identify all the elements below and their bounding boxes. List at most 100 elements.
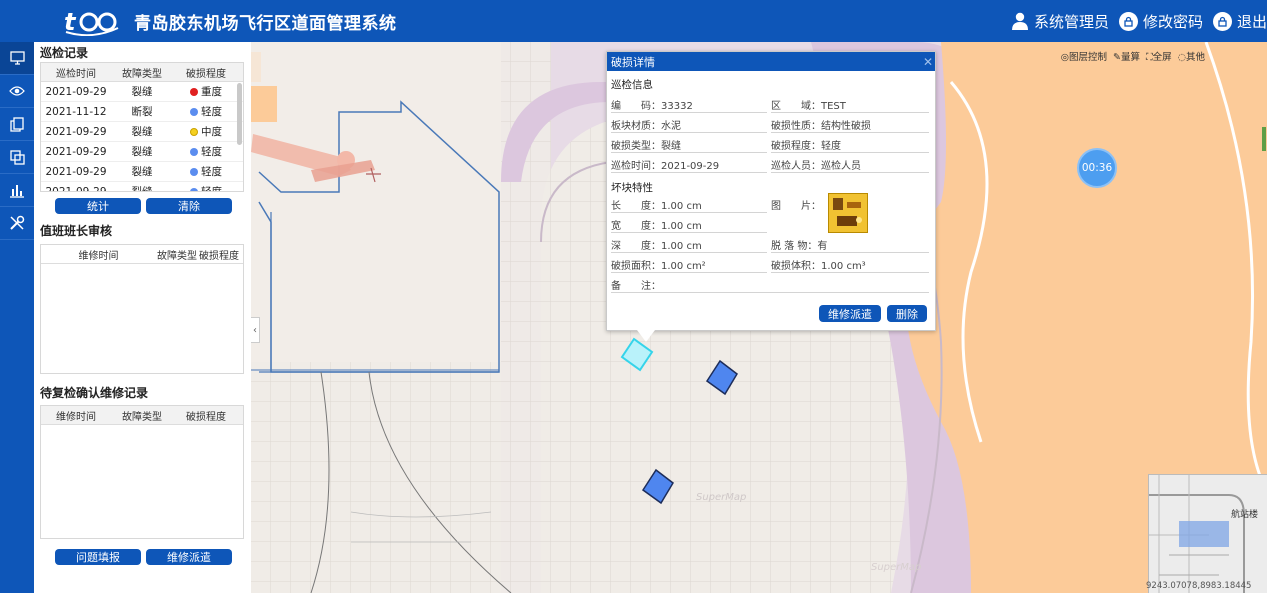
left-nav (0, 42, 34, 593)
user-menu[interactable]: 系统管理员 (1011, 11, 1109, 32)
logout-button[interactable]: 退出 (1212, 11, 1267, 32)
cell-level: 轻度 (201, 146, 222, 158)
field-damage-type: 破损类型：裂缝 (611, 136, 767, 153)
collapse-panel-button[interactable]: ‹ (251, 317, 260, 343)
cell-time: 2021-09-29 (45, 185, 107, 192)
pending-title: 待复检确认维修记录 (40, 386, 149, 400)
column-header: 维修时间 (56, 411, 96, 423)
column-header: 故障类型 (122, 411, 162, 423)
left-panel: 巡检记录 巡检时间 故障类型 破损程度 2021-09-29 裂缝 重度 202… (34, 42, 251, 593)
field-material: 板块材质：水泥 (611, 116, 767, 133)
popup-dispatch-button[interactable]: 维修派遣 (819, 305, 881, 322)
close-icon[interactable]: ✕ (921, 55, 935, 69)
inspection-title: 巡检记录 (40, 46, 89, 60)
stats-button[interactable]: 统计 (55, 198, 141, 214)
field-depth-text: 深 度：1.00 cm (611, 240, 702, 252)
fullscreen-button[interactable]: ⛶全屏 (1146, 49, 1172, 63)
field-debris-text: 脱 落 物：有 (771, 240, 828, 252)
field-width: 宽 度：1.00 cm (611, 216, 767, 233)
eye-icon (9, 86, 25, 96)
app-header: t 青岛胶东机场飞行区道面管理系统 系统管理员 修改密码 退出 (0, 0, 1267, 42)
table-row[interactable]: 2021-09-29 裂缝 中度 (41, 122, 243, 142)
map-view[interactable]: SuperMap SuperMap ◎图层控制 ✎量算 ⛶全屏 ◌其他 00:3… (251, 42, 1267, 593)
table-row[interactable]: 2021-09-29 裂缝 轻度 (41, 182, 243, 192)
monitor-icon (9, 51, 25, 65)
layers-icon (9, 149, 25, 165)
field-damage-area-text: 破损面积：1.00 cm² (611, 260, 706, 272)
inspection-table: 巡检时间 故障类型 破损程度 2021-09-29 裂缝 重度 2021-11-… (40, 62, 244, 192)
nav-documents[interactable] (0, 108, 34, 141)
severity-dot-icon (190, 147, 198, 156)
copy-icon (10, 116, 24, 132)
table-row[interactable]: 2021-11-12 断裂 轻度 (41, 102, 243, 122)
field-photo: 图 片： (771, 196, 821, 213)
table-header: 巡检时间 故障类型 破损程度 (41, 63, 243, 82)
table-row[interactable]: 2021-09-29 裂缝 重度 (41, 82, 243, 102)
popup-delete-button[interactable]: 删除 (887, 305, 927, 322)
lock-icon (1212, 11, 1232, 31)
popup-header: 破损详情 ✕ (607, 52, 935, 71)
cell-time: 2021-09-29 (45, 145, 107, 158)
user-icon (1011, 12, 1028, 30)
nav-view[interactable] (0, 75, 34, 108)
nav-statistics[interactable] (0, 174, 34, 207)
column-header: 破损程度 (186, 68, 226, 80)
table-header: 维修时间 故障类型 破损程度 (41, 245, 243, 264)
nav-layers[interactable] (0, 141, 34, 174)
column-header: 巡检时间 (56, 68, 96, 80)
field-damage-type-text: 破损类型：裂缝 (611, 140, 681, 152)
scrollbar[interactable] (237, 83, 242, 145)
cell-time: 2021-09-29 (45, 85, 107, 98)
field-code: 编 码：33332 (611, 96, 767, 113)
app-title: 青岛胶东机场飞行区道面管理系统 (134, 13, 397, 34)
field-area-text: 区 域：TEST (771, 100, 846, 112)
damage-photo[interactable] (828, 193, 868, 233)
measure-button[interactable]: ✎量算 (1113, 49, 1140, 63)
logo-icon: t (62, 6, 122, 37)
change-password-button[interactable]: 修改密码 (1118, 11, 1203, 32)
map-watermark: SuperMap (871, 562, 921, 573)
coordinate-readout: 9243.07078,8983.18445 (1146, 581, 1252, 591)
field-material-text: 板块材质：水泥 (611, 120, 681, 132)
dispatch-repair-button[interactable]: 维修派遣 (146, 549, 232, 565)
nav-monitor[interactable] (0, 42, 34, 75)
layer-control-label: 图层控制 (1069, 52, 1108, 63)
cell-type: 断裂 (131, 106, 153, 118)
report-problem-button[interactable]: 问题填报 (55, 549, 141, 565)
severity-dot-icon (190, 107, 198, 116)
map-toolbar: ◎图层控制 ✎量算 ⛶全屏 ◌其他 (1061, 49, 1205, 63)
overview-minimap[interactable]: 航站楼 (1148, 474, 1267, 593)
field-debris: 脱 落 物：有 (771, 236, 929, 253)
field-inspect-time: 巡检时间：2021-09-29 (611, 156, 767, 173)
column-header: 破损程度 (199, 250, 239, 262)
field-damage-volume: 破损体积：1.00 cm³ (771, 256, 929, 273)
nav-tools[interactable] (0, 207, 34, 240)
table-row[interactable]: 2021-09-29 裂缝 轻度 (41, 162, 243, 182)
cell-level: 中度 (201, 126, 222, 138)
damage-detail-popup: 破损详情 ✕ 巡检信息 编 码：33332 区 域：TEST 板块材质：水泥 破… (606, 51, 936, 342)
clear-button[interactable]: 清除 (146, 198, 232, 214)
timer-badge: 00:36 (1077, 148, 1117, 188)
table-row[interactable]: 2021-09-29 裂缝 轻度 (41, 142, 243, 162)
layer-control-button[interactable]: ◎图层控制 (1061, 49, 1107, 63)
change-password-label: 修改密码 (1142, 12, 1203, 31)
other-button[interactable]: ◌其他 (1178, 49, 1205, 63)
field-remark-text: 备 注： (611, 280, 661, 292)
cell-type: 裂缝 (131, 86, 153, 98)
cell-type: 裂缝 (131, 166, 153, 178)
measure-label: 量算 (1121, 52, 1141, 63)
field-length-text: 长 度：1.00 cm (611, 200, 702, 212)
cell-type: 裂缝 (131, 126, 153, 138)
map-watermark: SuperMap (696, 492, 746, 503)
column-header: 维修时间 (78, 250, 119, 262)
cell-level: 轻度 (201, 106, 222, 118)
cell-type: 裂缝 (131, 186, 153, 192)
popup-title: 破损详情 (611, 55, 655, 69)
field-damage-level: 破损程度：轻度 (771, 136, 929, 153)
field-nature-text: 破损性质：结构性破损 (771, 120, 871, 132)
column-header: 故障类型 (157, 250, 197, 262)
column-header: 故障类型 (122, 68, 162, 80)
field-damage-area: 破损面积：1.00 cm² (611, 256, 767, 273)
logout-label: 退出 (1236, 12, 1267, 31)
table-header: 维修时间 故障类型 破损程度 (41, 406, 243, 425)
